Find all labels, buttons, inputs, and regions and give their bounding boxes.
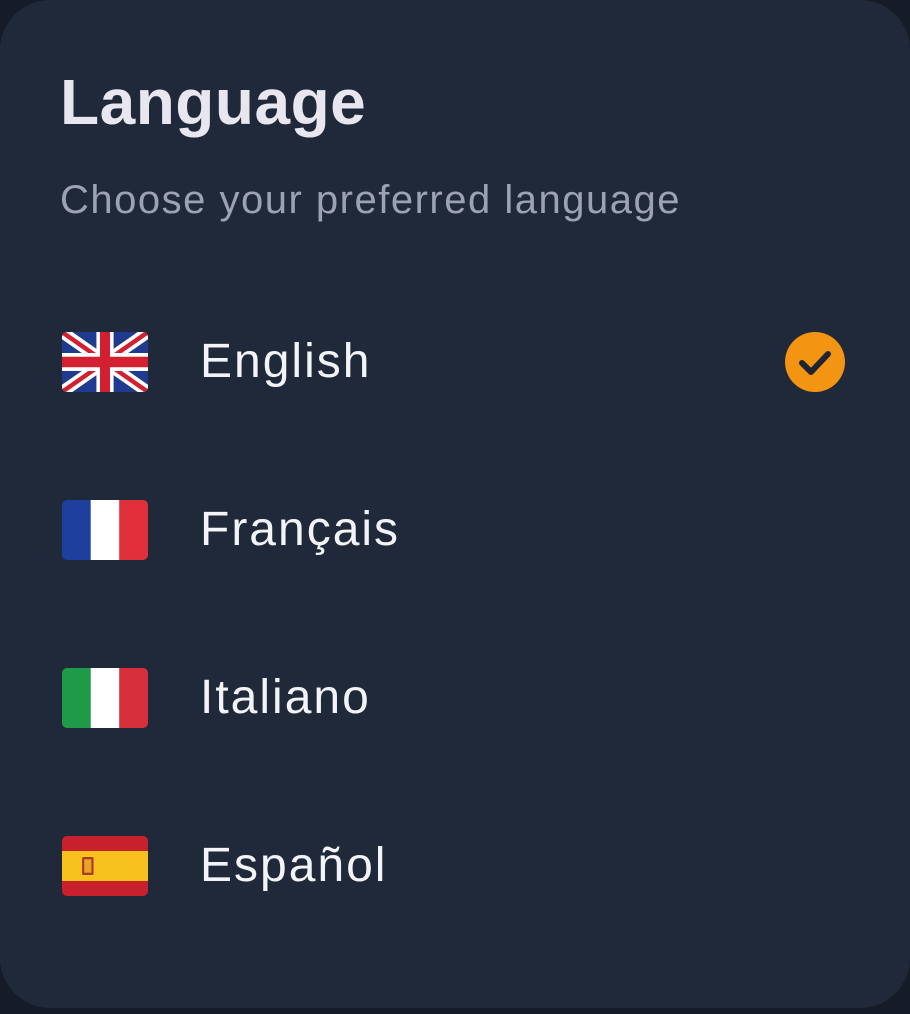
language-picker-card: Language Choose your preferred language … bbox=[0, 0, 910, 1008]
language-option-francais[interactable]: Français bbox=[0, 446, 910, 614]
language-label: English bbox=[200, 335, 372, 388]
uk-flag-icon bbox=[62, 332, 148, 392]
spain-flag-icon bbox=[62, 836, 148, 896]
page-title: Language bbox=[60, 66, 367, 138]
italy-flag-icon bbox=[62, 668, 148, 728]
page-subtitle: Choose your preferred language bbox=[60, 178, 681, 222]
language-option-italiano[interactable]: Italiano bbox=[0, 614, 910, 782]
france-flag-icon bbox=[62, 500, 148, 560]
language-option-english[interactable]: English bbox=[0, 278, 910, 446]
language-label: Español bbox=[200, 839, 388, 892]
language-option-espanol[interactable]: Español bbox=[0, 782, 910, 950]
language-label: Italiano bbox=[200, 671, 371, 724]
checkmark-circle-icon bbox=[785, 332, 845, 392]
language-label: Français bbox=[200, 503, 401, 556]
